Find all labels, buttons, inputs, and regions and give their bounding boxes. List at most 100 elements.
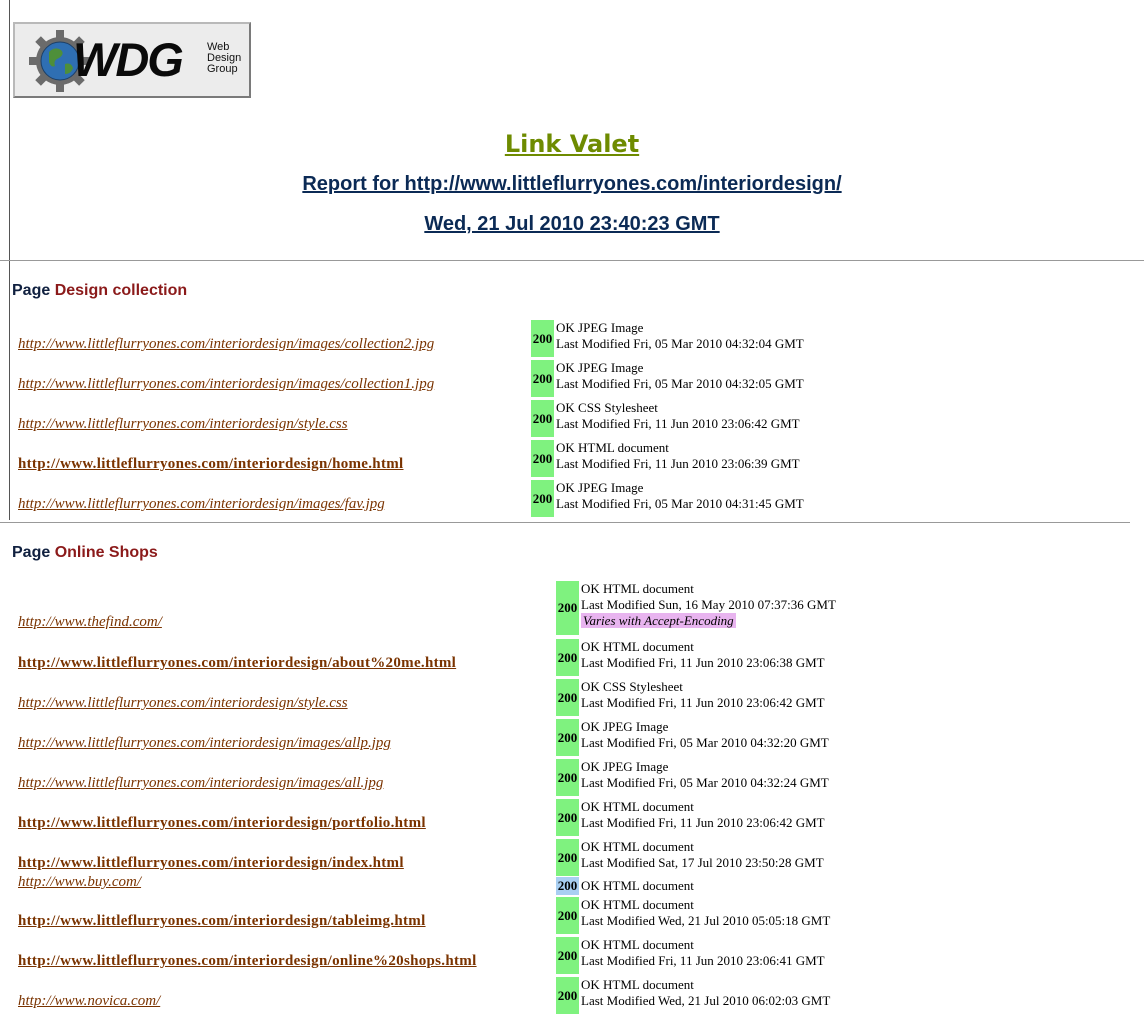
- link-url[interactable]: http://www.littleflurryones.com/interior…: [18, 695, 348, 712]
- last-modified-text: Last Modified Wed, 21 Jul 2010 06:02:03 …: [581, 993, 831, 1008]
- link-url[interactable]: http://www.novica.com/: [18, 993, 160, 1010]
- link-row: http://www.littleflurryones.com/interior…: [0, 799, 1144, 836]
- link-row: http://www.littleflurryones.com/interior…: [0, 400, 1144, 437]
- last-modified-text: Last Modified Fri, 05 Mar 2010 04:32:04 …: [556, 336, 804, 351]
- status-text: OK HTML document: [581, 897, 694, 912]
- status-code-badge: 200: [556, 759, 579, 796]
- link-url[interactable]: http://www.littleflurryones.com/interior…: [18, 953, 477, 970]
- last-modified-text: Last Modified Fri, 11 Jun 2010 23:06:42 …: [581, 815, 825, 830]
- status-code-badge: 200: [531, 440, 554, 477]
- link-url[interactable]: http://www.thefind.com/: [18, 614, 162, 631]
- section-heading-online-shops: Page Online Shops: [12, 544, 158, 561]
- status-code-badge: 200: [556, 977, 579, 1014]
- last-modified-text: Last Modified Fri, 11 Jun 2010 23:06:41 …: [581, 953, 825, 968]
- link-url[interactable]: http://www.littleflurryones.com/interior…: [18, 376, 434, 393]
- link-row: http://www.buy.com/200 OK HTML document: [0, 874, 1144, 895]
- link-url[interactable]: http://www.littleflurryones.com/interior…: [18, 775, 383, 792]
- status-text: OK JPEG Image: [556, 360, 644, 375]
- status-code-badge: 200: [556, 639, 579, 676]
- status-details: OK HTML document Last Modified Fri, 11 Ju…: [581, 799, 825, 831]
- section-heading-design-collection: Page Design collection: [12, 282, 188, 299]
- status-code-badge: 200: [531, 400, 554, 437]
- link-row: http://www.littleflurryones.com/interior…: [0, 320, 1144, 357]
- vary-note: Varies with Accept-Encoding: [581, 613, 836, 629]
- status-details: OK JPEG Image Last Modified Fri, 05 Mar 2…: [581, 759, 829, 791]
- wdg-logo[interactable]: WDG Web Design Group: [13, 22, 251, 98]
- last-modified-text: Last Modified Fri, 05 Mar 2010 04:32:24 …: [581, 775, 829, 790]
- link-url[interactable]: http://www.littleflurryones.com/interior…: [18, 336, 434, 353]
- last-modified-text: Last Modified Fri, 11 Jun 2010 23:06:39 …: [556, 456, 800, 471]
- status-text: OK CSS Stylesheet: [581, 679, 683, 694]
- divider: [0, 522, 1130, 523]
- link-row: http://www.littleflurryones.com/interior…: [0, 839, 1144, 876]
- status-text: OK HTML document: [556, 440, 669, 455]
- link-url[interactable]: http://www.littleflurryones.com/interior…: [18, 855, 404, 872]
- status-details: OK HTML document Last Modified Fri, 11 Ju…: [581, 639, 825, 671]
- link-url[interactable]: http://www.littleflurryones.com/interior…: [18, 655, 456, 672]
- divider: [0, 260, 1144, 261]
- link-row: http://www.littleflurryones.com/interior…: [0, 480, 1144, 517]
- link-url[interactable]: http://www.littleflurryones.com/interior…: [18, 416, 348, 433]
- status-code-badge: 200: [531, 480, 554, 517]
- status-details: OK JPEG Image Last Modified Fri, 05 Mar 2…: [556, 360, 804, 392]
- status-details: OK HTML document Last Modified Sun, 16 Ma…: [581, 581, 836, 629]
- status-code-badge: 200: [556, 719, 579, 756]
- status-text: OK HTML document: [581, 977, 694, 992]
- last-modified-text: Last Modified Fri, 05 Mar 2010 04:32:20 …: [581, 735, 829, 750]
- status-code-badge: 200: [556, 877, 579, 895]
- status-details: OK JPEG Image Last Modified Fri, 05 Mar 2…: [581, 719, 829, 751]
- status-code-badge: 200: [556, 839, 579, 876]
- status-text: OK CSS Stylesheet: [556, 400, 658, 415]
- link-url[interactable]: http://www.littleflurryones.com/interior…: [18, 496, 385, 513]
- last-modified-text: Last Modified Sat, 17 Jul 2010 23:50:28 …: [581, 855, 824, 870]
- link-row: http://www.littleflurryones.com/interior…: [0, 937, 1144, 974]
- last-modified-text: Last Modified Fri, 05 Mar 2010 04:31:45 …: [556, 496, 804, 511]
- status-details: OK JPEG Image Last Modified Fri, 05 Mar 2…: [556, 480, 804, 512]
- last-modified-text: Last Modified Fri, 11 Jun 2010 23:06:42 …: [556, 416, 800, 431]
- last-modified-text: Last Modified Fri, 11 Jun 2010 23:06:38 …: [581, 655, 825, 670]
- status-details: OK HTML document Last Modified Fri, 11 Ju…: [581, 937, 825, 969]
- link-url[interactable]: http://www.buy.com/: [18, 874, 141, 891]
- link-url[interactable]: http://www.littleflurryones.com/interior…: [18, 456, 404, 473]
- status-text: OK HTML document: [581, 639, 694, 654]
- status-details: OK CSS Stylesheet Last Modified Fri, 11 J…: [581, 679, 825, 711]
- link-row: http://www.novica.com/200 OK HTML documen…: [0, 977, 1144, 1014]
- status-text: OK HTML document: [581, 878, 694, 893]
- status-details: OK HTML document Last Modified Wed, 21 Ju…: [581, 897, 830, 929]
- status-code-badge: 200: [556, 937, 579, 974]
- status-code-badge: 200: [531, 320, 554, 357]
- status-text: OK HTML document: [581, 839, 694, 854]
- status-details: OK JPEG Image Last Modified Fri, 05 Mar 2…: [556, 320, 804, 352]
- status-details: OK HTML document Last Modified Wed, 21 Ju…: [581, 977, 830, 1009]
- link-url[interactable]: http://www.littleflurryones.com/interior…: [18, 913, 426, 930]
- status-code-badge: 200: [531, 360, 554, 397]
- report-date-heading: Wed, 21 Jul 2010 23:40:23 GMT: [424, 213, 720, 235]
- status-code-badge: 200: [556, 581, 579, 635]
- status-code-badge: 200: [556, 897, 579, 934]
- link-url[interactable]: http://www.littleflurryones.com/interior…: [18, 735, 391, 752]
- report-url-heading: Report for http://www.littleflurryones.c…: [302, 173, 842, 195]
- status-code-badge: 200: [556, 679, 579, 716]
- vary-badge: Varies with Accept-Encoding: [581, 613, 736, 628]
- status-details: OK HTML document: [581, 878, 694, 894]
- link-url[interactable]: http://www.littleflurryones.com/interior…: [18, 815, 426, 832]
- status-text: OK JPEG Image: [556, 320, 644, 335]
- link-row: http://www.littleflurryones.com/interior…: [0, 897, 1144, 934]
- status-code-badge: 200: [556, 799, 579, 836]
- status-details: OK HTML document Last Modified Sat, 17 Ju…: [581, 839, 824, 871]
- status-text: OK JPEG Image: [556, 480, 644, 495]
- link-row: http://www.littleflurryones.com/interior…: [0, 759, 1144, 796]
- status-text: OK HTML document: [581, 581, 694, 596]
- link-row: http://www.littleflurryones.com/interior…: [0, 679, 1144, 716]
- link-row: http://www.littleflurryones.com/interior…: [0, 639, 1144, 676]
- page-title: Link Valet: [504, 130, 640, 158]
- last-modified-text: Last Modified Sun, 16 May 2010 07:37:36 …: [581, 597, 836, 612]
- link-row: http://www.littleflurryones.com/interior…: [0, 440, 1144, 477]
- link-row: http://www.littleflurryones.com/interior…: [0, 719, 1144, 756]
- status-text: OK JPEG Image: [581, 719, 669, 734]
- link-row: http://www.thefind.com/200 OK HTML docume…: [0, 581, 1144, 635]
- status-text: OK HTML document: [581, 799, 694, 814]
- last-modified-text: Last Modified Fri, 05 Mar 2010 04:32:05 …: [556, 376, 804, 391]
- status-text: OK JPEG Image: [581, 759, 669, 774]
- status-details: OK CSS Stylesheet Last Modified Fri, 11 J…: [556, 400, 800, 432]
